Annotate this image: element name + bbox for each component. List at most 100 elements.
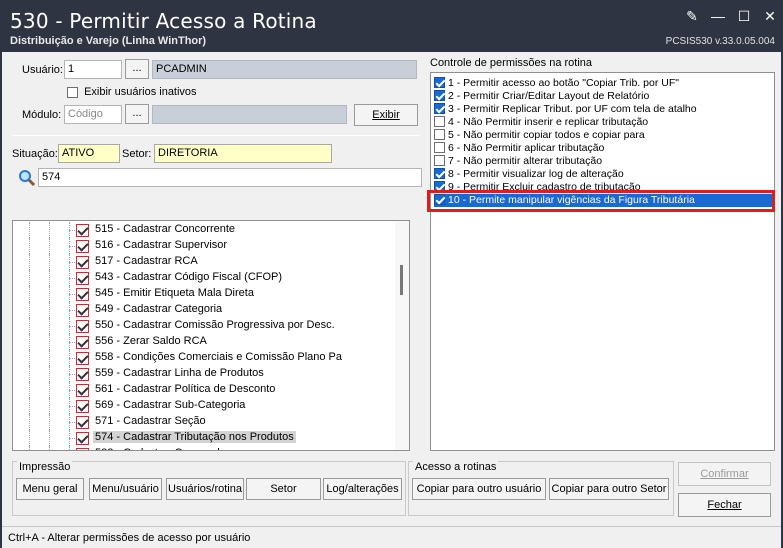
tree-row[interactable]: 558 - Condições Comerciais e Comissão Pl… <box>13 350 393 366</box>
tree-scrollbar[interactable] <box>395 221 409 450</box>
permission-checkbox[interactable] <box>434 167 445 179</box>
tree-checkbox[interactable] <box>76 288 89 301</box>
log-alteracoes-button[interactable]: Log/alterações <box>323 478 402 500</box>
tree-checkbox[interactable] <box>76 448 89 450</box>
menu-geral-button[interactable]: Menu geral <box>16 478 84 500</box>
tree-checkbox[interactable] <box>76 400 89 413</box>
tree-checkbox[interactable] <box>76 432 89 445</box>
tree-row[interactable]: 550 - Cadastrar Comissão Progressiva por… <box>13 318 393 334</box>
usuario-lookup-button[interactable]: ... <box>125 59 149 79</box>
close-button[interactable]: Fechar <box>678 493 771 517</box>
tree-scrollbar-thumb[interactable] <box>400 265 403 295</box>
tree-row[interactable]: 571 - Cadastrar Seção <box>13 414 393 430</box>
tree-row[interactable]: 574 - Cadastrar Tributação nos Produtos <box>13 430 393 446</box>
minimize-icon[interactable]: — <box>711 8 725 25</box>
tree-checkbox[interactable] <box>76 320 89 333</box>
tree-checkbox[interactable] <box>76 240 89 253</box>
tree-row[interactable]: 569 - Cadastrar Sub-Categoria <box>13 398 393 414</box>
modulo-lookup-button[interactable]: ... <box>125 104 149 124</box>
permission-item[interactable]: 6 - Não Permitir aplicar tributação <box>434 141 604 155</box>
permission-label: 4 - Não Permitir inserir e replicar trib… <box>448 116 649 128</box>
impressao-title: Impressão <box>17 461 73 473</box>
permission-item[interactable]: 3 - Permitir Replicar Tribut. por UF com… <box>434 102 697 116</box>
tree-guide-line <box>49 366 50 382</box>
window-title: 530 - Permitir Acesso a Rotina <box>10 9 317 33</box>
tree-checkbox[interactable] <box>76 352 89 365</box>
tree-item-label: 559 - Cadastrar Linha de Produtos <box>95 367 264 379</box>
permission-checkbox[interactable] <box>434 115 445 127</box>
tree-checkbox[interactable] <box>76 384 89 397</box>
tree-guide-line <box>29 446 30 450</box>
confirm-button[interactable]: Confirmar <box>678 462 771 486</box>
tree-guide-line <box>49 302 50 318</box>
permission-item[interactable]: 1 - Permitir acesso ao botão "Copiar Tri… <box>434 76 679 90</box>
setor-button[interactable]: Setor <box>246 478 321 500</box>
close-button-label: Fechar <box>707 499 742 511</box>
permission-checkbox[interactable] <box>434 154 445 166</box>
permission-item[interactable]: 4 - Não Permitir inserir e replicar trib… <box>434 115 649 129</box>
tree-checkbox[interactable] <box>76 224 89 237</box>
tree-guide-line <box>29 430 30 446</box>
tree-item-label: 558 - Condições Comerciais e Comissão Pl… <box>95 351 343 363</box>
permissions-list[interactable]: 1 - Permitir acesso ao botão "Copiar Tri… <box>430 72 775 451</box>
maximize-icon[interactable]: ☐ <box>737 8 751 25</box>
tree-guide-line <box>49 350 50 366</box>
permission-checkbox[interactable] <box>434 89 445 101</box>
tree-checkbox[interactable] <box>76 272 89 285</box>
tree-row[interactable]: 549 - Cadastrar Categoria <box>13 302 393 318</box>
permission-label: 8 - Permitir visualizar log de alteração <box>448 168 624 180</box>
tree-guide-line <box>69 446 70 450</box>
tree-guide-line <box>29 350 30 366</box>
window-controls: ✎ — ☐ ✕ <box>685 8 777 25</box>
permission-checkbox[interactable] <box>434 76 445 88</box>
tree-guide-line <box>49 254 50 270</box>
tree-row[interactable]: 559 - Cadastrar Linha de Produtos <box>13 366 393 382</box>
inactive-users-checkbox[interactable] <box>67 86 78 98</box>
tree-row[interactable]: 545 - Emitir Etiqueta Mala Direta <box>13 286 393 302</box>
setor-field: DIRETORIA <box>154 144 332 163</box>
modulo-label: Módulo: <box>22 109 62 121</box>
permission-checkbox[interactable] <box>434 141 445 153</box>
edit-icon[interactable]: ✎ <box>685 8 699 25</box>
tree-checkbox[interactable] <box>76 416 89 429</box>
tree-row[interactable]: 582 - Cadastrar Comprador <box>13 446 393 450</box>
tree-item-label: 561 - Cadastrar Política de Desconto <box>95 383 276 395</box>
inactive-users-option[interactable]: Exibir usuários inativos <box>67 86 197 98</box>
menu-usuario-button[interactable]: Menu/usuário <box>89 478 162 500</box>
usuarios-rotina-button[interactable]: Usuários/rotina <box>166 478 244 500</box>
permission-checkbox[interactable] <box>434 128 445 140</box>
exibir-button[interactable]: Exibir <box>354 104 418 126</box>
tree-row[interactable]: 561 - Cadastrar Política de Desconto <box>13 382 393 398</box>
tree-checkbox[interactable] <box>76 256 89 269</box>
tree-guide-line <box>29 398 30 414</box>
tree-guide-line <box>29 334 30 350</box>
permission-item[interactable]: 2 - Permitir Criar/Editar Layout de Rela… <box>434 89 649 103</box>
permission-checkbox[interactable] <box>434 102 445 114</box>
tree-item-label: 549 - Cadastrar Categoria <box>95 303 223 315</box>
tree-guide-line <box>29 366 30 382</box>
tree-row[interactable]: 556 - Zerar Saldo RCA <box>13 334 393 350</box>
permission-item[interactable]: 7 - Não permitir alterar tributação <box>434 154 602 168</box>
copy-user-button[interactable]: Copiar para outro usuário <box>412 478 546 500</box>
tree-item-label: 515 - Cadastrar Concorrente <box>95 223 236 235</box>
routine-tree[interactable]: 515 - Cadastrar Concorrente 516 - Cadastr… <box>12 220 410 451</box>
search-input[interactable]: 574 <box>38 168 422 187</box>
tree-row[interactable]: 543 - Cadastrar Código Fiscal (CFOP) <box>13 270 393 286</box>
tree-guide-line <box>49 318 50 334</box>
close-icon[interactable]: ✕ <box>763 8 777 25</box>
permission-item[interactable]: 8 - Permitir visualizar log de alteração <box>434 167 624 181</box>
modulo-code-input[interactable]: Código <box>64 105 122 124</box>
tree-row[interactable]: 517 - Cadastrar RCA <box>13 254 393 270</box>
tree-guide-line <box>49 382 50 398</box>
usuario-code-input[interactable]: 1 <box>64 60 122 79</box>
permission-item[interactable]: 5 - Não permitir copiar todos e copiar p… <box>434 128 645 142</box>
tree-item-label: 556 - Zerar Saldo RCA <box>95 335 207 347</box>
title-bar: 530 - Permitir Acesso a Rotina Distribui… <box>0 0 783 52</box>
tree-row[interactable]: 516 - Cadastrar Supervisor <box>13 238 393 254</box>
tree-checkbox[interactable] <box>76 336 89 349</box>
tree-checkbox[interactable] <box>76 368 89 381</box>
tree-checkbox[interactable] <box>76 304 89 317</box>
copy-sector-button[interactable]: Copiar para outro Setor <box>549 478 669 500</box>
tree-item-label: 545 - Emitir Etiqueta Mala Direta <box>95 287 254 299</box>
tree-row[interactable]: 515 - Cadastrar Concorrente <box>13 222 393 238</box>
